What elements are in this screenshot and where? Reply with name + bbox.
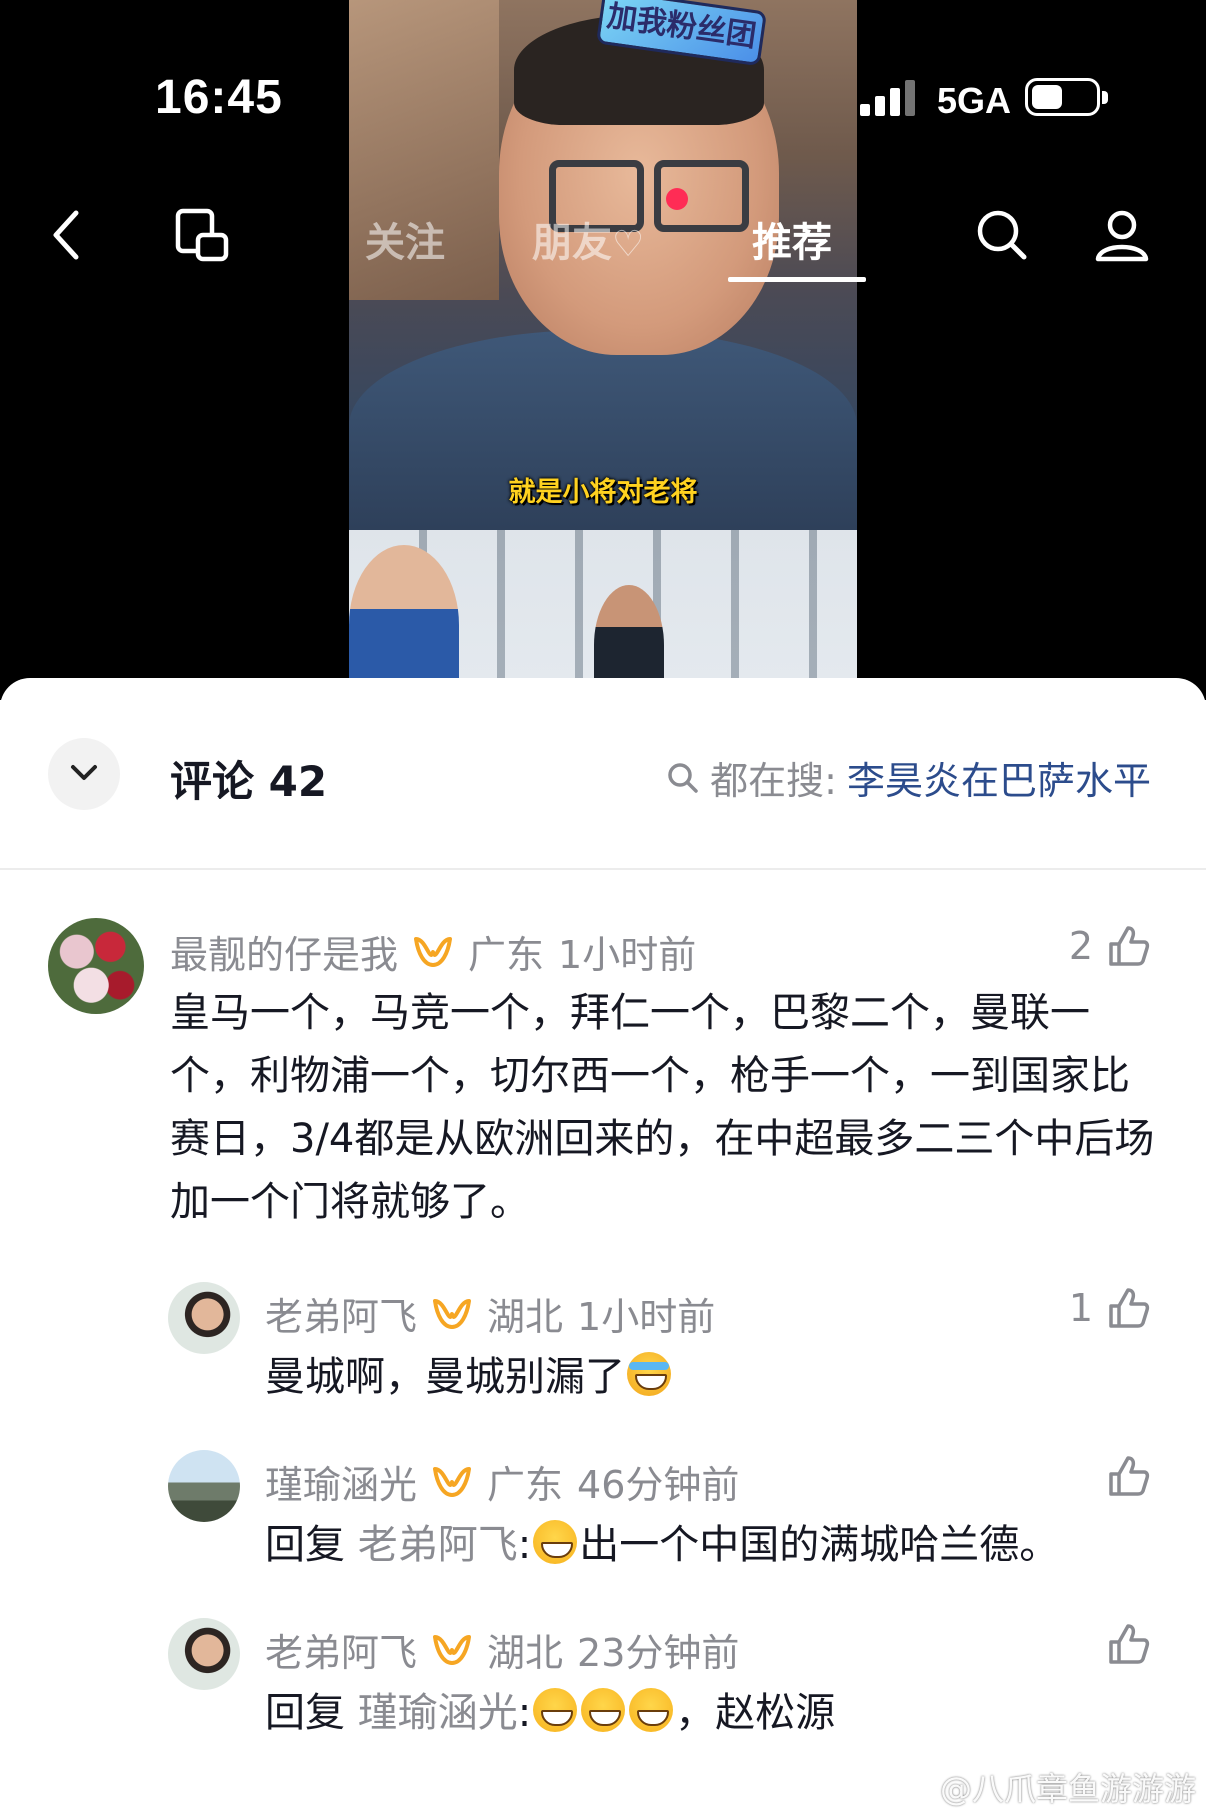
laugh-cry-emoji-icon bbox=[627, 1352, 671, 1396]
grin-emoji-icon bbox=[533, 1688, 578, 1732]
avatar[interactable] bbox=[168, 1618, 240, 1690]
chevron-down-icon bbox=[71, 765, 97, 780]
like-button[interactable] bbox=[1107, 1454, 1151, 1498]
comment-username[interactable]: 老弟阿飞 bbox=[265, 1622, 417, 1677]
comment-time: 46分钟前 bbox=[577, 1463, 740, 1507]
video-subtitle: 就是小将对老将 bbox=[508, 477, 698, 508]
comments-count-title: 评论 42 bbox=[170, 757, 328, 806]
thumbs-up-icon bbox=[1109, 1288, 1150, 1328]
video-feed[interactable]: 加我粉丝团 就是小将对老将 16:45 5GA 关注 朋友♡ 推荐 bbox=[0, 0, 1206, 700]
avatar[interactable] bbox=[48, 918, 144, 1014]
active-tab-indicator bbox=[728, 277, 866, 282]
fan-badge-icon bbox=[433, 1298, 472, 1329]
reply-prefix: 回复 bbox=[265, 1690, 345, 1736]
comment-location: 湖北 bbox=[487, 1631, 564, 1675]
like-count: 1 bbox=[1068, 1286, 1093, 1330]
comment-username[interactable]: 老弟阿飞 bbox=[265, 1286, 417, 1341]
comment-meta: 老弟阿飞 湖北 23分钟前 bbox=[265, 1622, 739, 1677]
comment-location: 广东 bbox=[487, 1463, 564, 1507]
collapse-comments-button[interactable] bbox=[48, 738, 120, 810]
video-frame[interactable]: 加我粉丝团 就是小将对老将 bbox=[349, 0, 857, 700]
network-type: 5GA bbox=[937, 80, 1012, 121]
comment-text-row: 回复 老弟阿飞: 出一个中国的满城哈兰德。 bbox=[265, 1520, 1060, 1568]
thumbs-up-icon bbox=[1109, 926, 1150, 966]
avatar[interactable] bbox=[168, 1450, 240, 1522]
tab-recommended[interactable]: 推荐 bbox=[752, 210, 832, 268]
comment-text: 皇马一个，马竞一个，拜仁一个，巴黎二个，曼联一个，利物浦一个，切尔西一个，枪手一… bbox=[170, 990, 1155, 1225]
tab-friends-label: 朋友 bbox=[532, 220, 612, 266]
heart-icon: ♡ bbox=[612, 224, 645, 265]
comment-text-row: 曼城啊，曼城别漏了 bbox=[265, 1346, 1165, 1409]
like-button[interactable] bbox=[1107, 1622, 1151, 1666]
grin-emoji-icon bbox=[581, 1688, 626, 1732]
fan-badge-icon bbox=[433, 1634, 472, 1665]
comment-text: 出一个中国的满城哈兰德。 bbox=[579, 1522, 1060, 1568]
search-icon[interactable] bbox=[972, 205, 1032, 265]
tab-following[interactable]: 关注 bbox=[365, 210, 445, 268]
fan-badge-icon bbox=[414, 936, 453, 967]
notification-dot bbox=[666, 188, 688, 210]
comment-location: 广东 bbox=[468, 933, 545, 977]
comment-time: 23分钟前 bbox=[577, 1631, 740, 1675]
comment-username[interactable]: 最靓的仔是我 bbox=[170, 924, 398, 979]
divider bbox=[0, 868, 1206, 870]
reply-to-username[interactable]: 瑾瑜涵光 bbox=[358, 1690, 518, 1736]
comment-meta: 瑾瑜涵光 广东 46分钟前 bbox=[265, 1454, 739, 1509]
tab-friends[interactable]: 朋友♡ bbox=[532, 210, 644, 268]
search-icon bbox=[668, 762, 698, 793]
like-button[interactable]: 2 bbox=[1069, 924, 1151, 968]
comment-location: 湖北 bbox=[487, 1295, 564, 1339]
comment-text: ，赵松源 bbox=[675, 1690, 836, 1736]
signal-icon bbox=[860, 80, 918, 116]
avatar[interactable] bbox=[168, 1282, 240, 1354]
comment-meta: 老弟阿飞 湖北 1小时前 bbox=[265, 1286, 715, 1341]
status-time: 16:45 bbox=[155, 71, 283, 124]
comment-time: 1小时前 bbox=[558, 933, 697, 977]
back-icon[interactable] bbox=[38, 205, 98, 265]
like-button[interactable]: 1 bbox=[1069, 1286, 1151, 1330]
comment-panel: 评论 42 都在搜: 李昊炎在巴萨水平 最靓的仔是我 广东 1小时前 2 皇马一… bbox=[0, 678, 1206, 1818]
reply-to-username[interactable]: 老弟阿飞 bbox=[358, 1522, 518, 1568]
profile-icon[interactable] bbox=[1092, 205, 1152, 265]
comment-meta: 最靓的仔是我 广东 1小时前 bbox=[170, 924, 696, 979]
weibo-logo-icon bbox=[896, 1774, 931, 1802]
multi-window-icon[interactable] bbox=[172, 205, 232, 265]
like-count: 2 bbox=[1068, 924, 1093, 968]
watermark: @八爪章鱼游游游 bbox=[896, 1764, 1196, 1810]
fan-badge-icon bbox=[433, 1466, 472, 1497]
comment-username[interactable]: 瑾瑜涵光 bbox=[265, 1454, 417, 1509]
grin-emoji-icon bbox=[629, 1688, 674, 1732]
comment-text: 曼城啊，曼城别漏了 bbox=[265, 1354, 625, 1400]
reply-prefix: 回复 bbox=[265, 1522, 345, 1568]
grin-emoji-icon bbox=[533, 1520, 578, 1564]
thumbs-up-icon bbox=[1109, 1456, 1150, 1496]
trending-search-link[interactable]: 都在搜: 李昊炎在巴萨水平 bbox=[666, 750, 1151, 805]
video-background-person bbox=[349, 545, 459, 700]
trending-search-prefix: 都在搜: bbox=[710, 759, 837, 803]
thumbs-up-icon bbox=[1109, 1624, 1150, 1664]
battery-icon bbox=[1025, 78, 1108, 116]
comment-text-row: 回复 瑾瑜涵光: ，赵松源 bbox=[265, 1688, 836, 1736]
watermark-text: @八爪章鱼游游游 bbox=[939, 1770, 1196, 1808]
trending-search-term[interactable]: 李昊炎在巴萨水平 bbox=[847, 750, 1151, 805]
comment-time: 1小时前 bbox=[577, 1295, 716, 1339]
